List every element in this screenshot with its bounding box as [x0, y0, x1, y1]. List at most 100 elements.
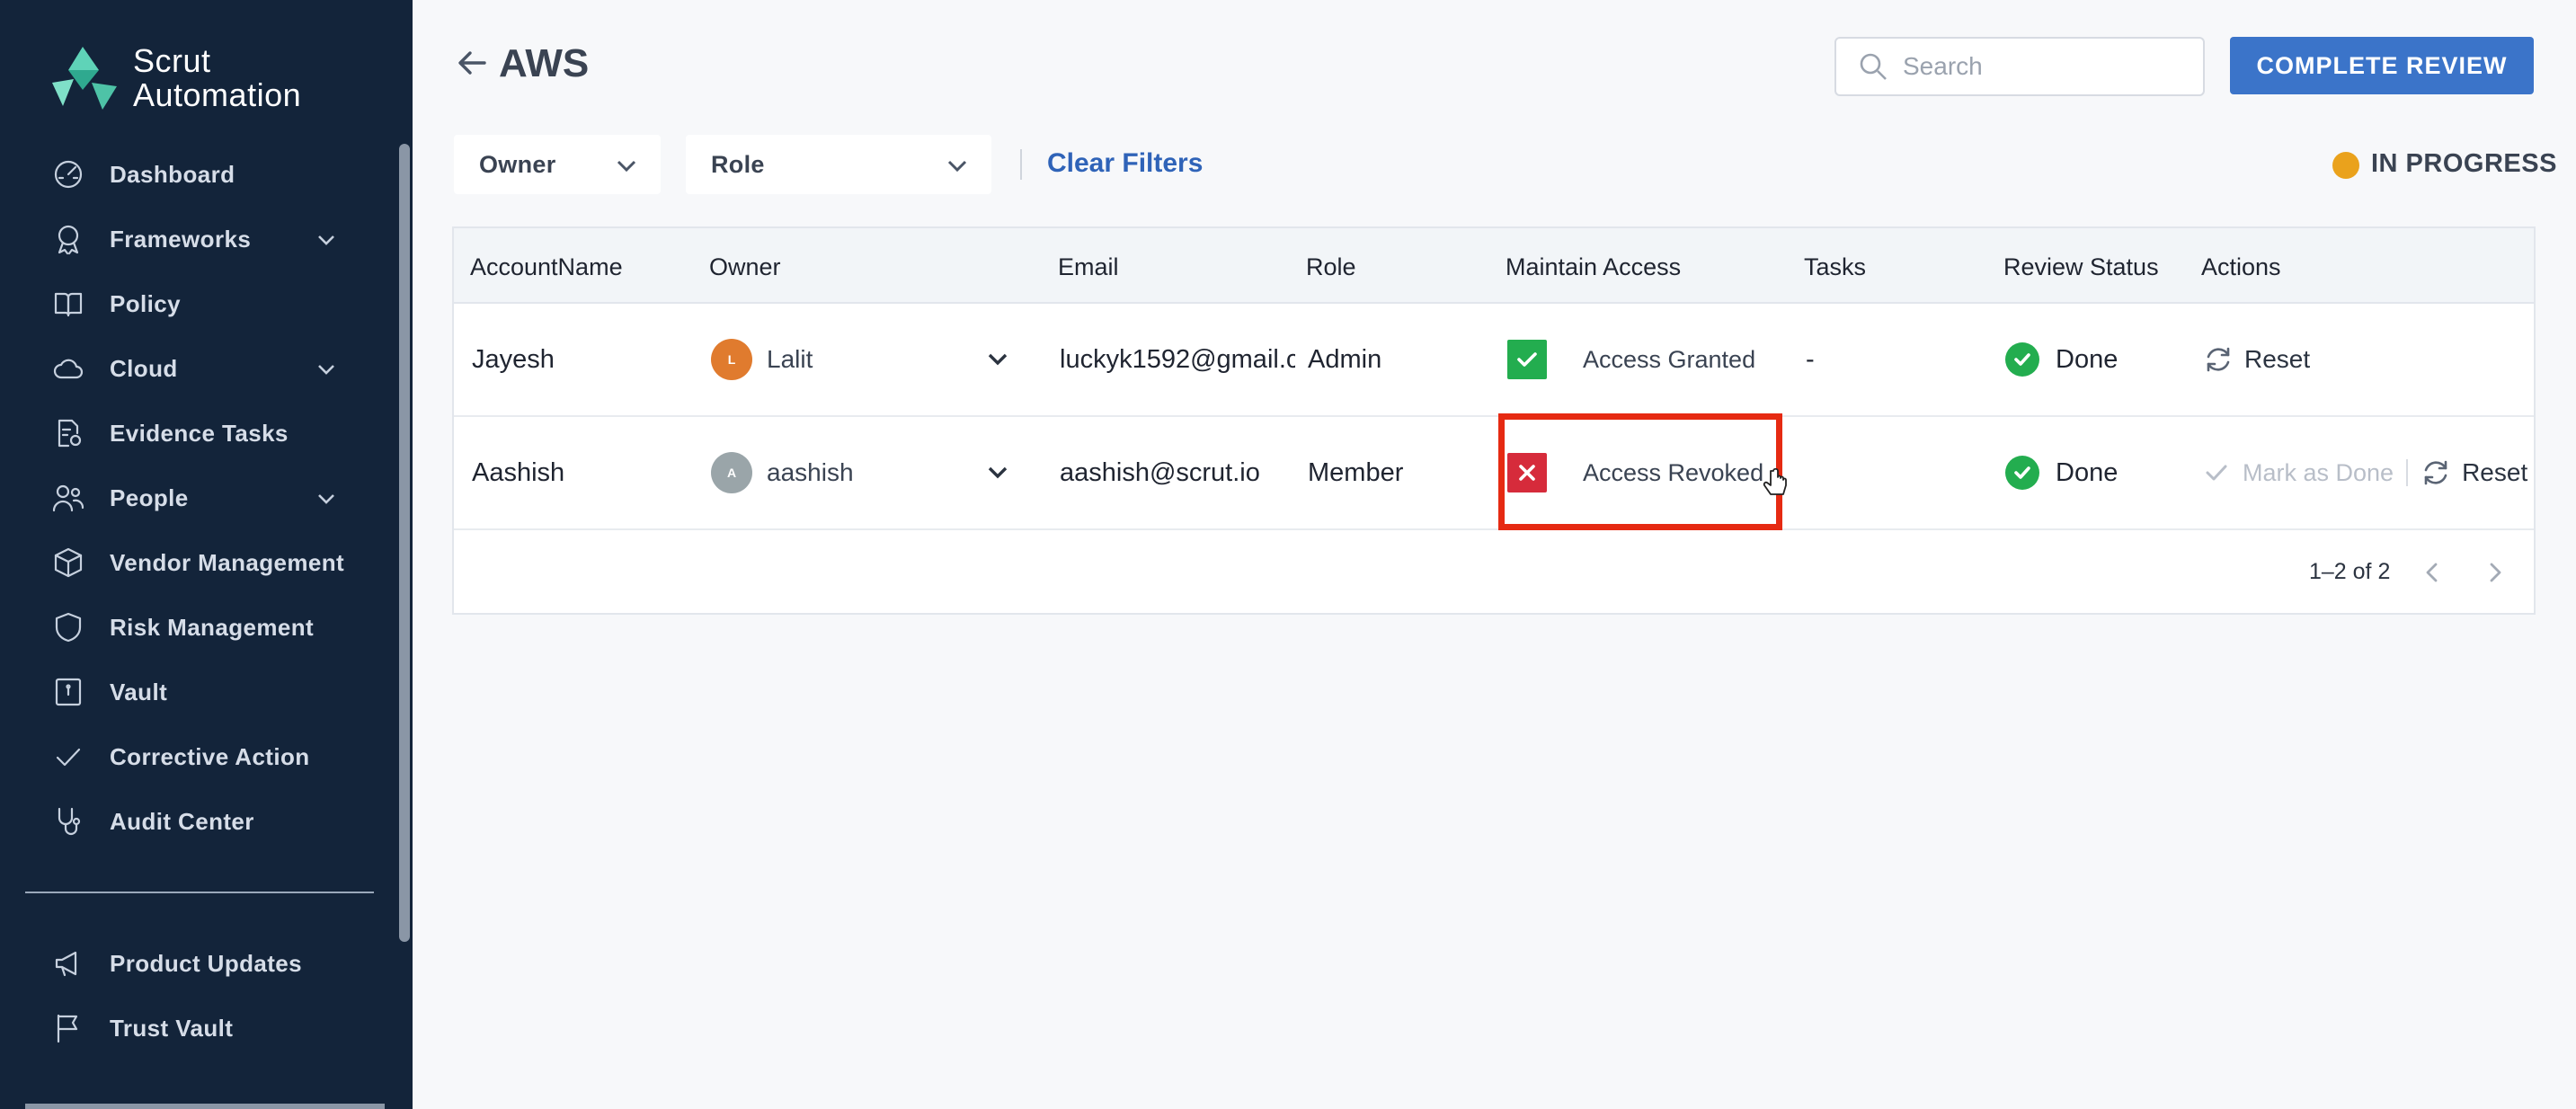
- actions-cell: Reset: [2203, 304, 2310, 415]
- column-header-account-name: AccountName: [470, 253, 623, 280]
- column-header-role: Role: [1306, 253, 1356, 280]
- stethoscope-icon: [50, 803, 86, 839]
- sidebar-nav: Dashboard Frameworks Policy Cloud Eviden…: [0, 142, 395, 854]
- hand-cursor-icon: [1763, 467, 1787, 495]
- people-icon: [50, 480, 86, 516]
- sidebar-item-vault[interactable]: Vault: [0, 660, 395, 724]
- column-header-email: Email: [1058, 253, 1119, 280]
- sidebar-scrollbar[interactable]: [399, 144, 410, 942]
- sidebar-item-policy[interactable]: Policy: [0, 271, 395, 336]
- sidebar-bottom-edge: [25, 1104, 385, 1109]
- logo-line2: Automation: [133, 76, 302, 113]
- sidebar-item-risk-management[interactable]: Risk Management: [0, 595, 395, 660]
- sidebar-divider: [25, 892, 374, 893]
- access-granted-checkbox[interactable]: [1507, 340, 1547, 379]
- sidebar-item-label: People: [110, 484, 189, 511]
- done-check-icon: [2005, 456, 2039, 490]
- sidebar-item-label: Corrective Action: [110, 742, 310, 770]
- role-filter-dropdown[interactable]: Role: [686, 135, 991, 194]
- refresh-icon: [2207, 347, 2230, 372]
- column-header-actions: Actions: [2201, 253, 2281, 280]
- sidebar-item-frameworks[interactable]: Frameworks: [0, 207, 395, 271]
- table-pagination: 1–2 of 2: [454, 532, 2534, 615]
- owner-dropdown-chevron-icon[interactable]: [984, 458, 1011, 485]
- chevron-down-icon[interactable]: [315, 228, 338, 252]
- sidebar-item-trust-vault[interactable]: Trust Vault: [0, 996, 395, 1060]
- status-dot: [2332, 152, 2359, 179]
- cloud-icon: [50, 350, 86, 386]
- reset-label: Reset: [2462, 458, 2528, 486]
- owner-cell: L Lalit: [711, 304, 813, 415]
- clear-filters-link[interactable]: Clear Filters: [1047, 148, 1203, 179]
- sidebar-item-dashboard[interactable]: Dashboard: [0, 142, 395, 207]
- email-cell: luckyk1592@gmail.com: [1060, 344, 1295, 374]
- sidebar-item-label: Trust Vault: [110, 1014, 234, 1042]
- role-cell: Member: [1308, 457, 1404, 487]
- column-header-maintain-access: Maintain Access: [1506, 253, 1682, 280]
- sidebar-item-vendor-management[interactable]: Vendor Management: [0, 530, 395, 595]
- done-check-icon: [2005, 342, 2039, 377]
- sidebar-item-label: Vendor Management: [110, 548, 345, 576]
- owner-dropdown-chevron-icon[interactable]: [984, 345, 1011, 372]
- check-icon: [50, 739, 86, 775]
- actions-cell: Mark as Done Reset: [2203, 417, 2527, 528]
- reset-button[interactable]: Reset: [2203, 344, 2310, 375]
- main-content: AWS COMPLETE REVIEW Owner Role Clear Fil…: [413, 0, 2576, 1109]
- email-cell: aashish@scrut.io: [1060, 457, 1260, 487]
- page-title: AWS: [499, 41, 590, 85]
- sidebar-bottom-nav: Product Updates Trust Vault: [0, 931, 395, 1060]
- back-arrow-icon[interactable]: [454, 45, 493, 84]
- sidebar-item-corrective-action[interactable]: Corrective Action: [0, 724, 395, 789]
- chevron-down-icon[interactable]: [315, 358, 338, 381]
- document-settings-icon: [50, 415, 86, 451]
- sidebar-item-cloud[interactable]: Cloud: [0, 336, 395, 401]
- sidebar-item-label: Dashboard: [110, 160, 235, 188]
- table-header: AccountName Owner Email Role Maintain Ac…: [454, 228, 2534, 304]
- sidebar-item-people[interactable]: People: [0, 466, 395, 530]
- sidebar-item-label: Risk Management: [110, 613, 315, 641]
- search-field[interactable]: [1834, 37, 2205, 96]
- sidebar-item-audit-center[interactable]: Audit Center: [0, 789, 395, 854]
- chevron-down-icon: [614, 153, 639, 178]
- tasks-cell: -: [1806, 344, 1815, 374]
- chevron-down-icon: [945, 153, 970, 178]
- reset-button[interactable]: Reset: [2421, 457, 2527, 488]
- access-status-label: Access Granted: [1583, 345, 1756, 373]
- sidebar-item-evidence-tasks[interactable]: Evidence Tasks: [0, 401, 395, 466]
- reset-label: Reset: [2244, 345, 2311, 373]
- flag-icon: [50, 1010, 86, 1046]
- role-cell: Admin: [1308, 344, 1382, 374]
- complete-review-button[interactable]: COMPLETE REVIEW: [2230, 37, 2534, 94]
- sidebar-item-label: Policy: [110, 289, 181, 317]
- sidebar-item-label: Audit Center: [110, 807, 254, 835]
- chevron-down-icon[interactable]: [315, 487, 338, 510]
- mark-as-done-button[interactable]: Mark as Done: [2203, 459, 2394, 487]
- previous-page-icon[interactable]: [2417, 557, 2447, 588]
- avatar: A: [711, 452, 752, 493]
- owner-cell: A aashish: [711, 417, 854, 528]
- sidebar-item-product-updates[interactable]: Product Updates: [0, 931, 395, 996]
- vault-icon: [50, 674, 86, 710]
- next-page-icon[interactable]: [2480, 557, 2510, 588]
- review-status-text: IN PROGRESS: [2371, 149, 2557, 178]
- dashboard-icon: [50, 156, 86, 192]
- owner-name: aashish: [767, 458, 854, 486]
- check-icon: [2206, 465, 2227, 481]
- owner-filter-label: Owner: [479, 150, 556, 178]
- check-icon: [1517, 352, 1537, 367]
- search-icon: [1860, 53, 1887, 80]
- owner-filter-dropdown[interactable]: Owner: [454, 135, 661, 194]
- box-icon: [50, 545, 86, 581]
- column-header-owner: Owner: [709, 253, 781, 280]
- app-logo[interactable]: Scrut Automation: [47, 43, 301, 113]
- filter-separator: [1020, 149, 1022, 180]
- table-row: Jayesh L Lalit luckyk1592@gmail.com Admi…: [454, 304, 2534, 417]
- refresh-icon: [2424, 460, 2447, 485]
- table-row: Aashish A aashish aashish@scrut.io Membe…: [454, 417, 2534, 530]
- column-header-review-status: Review Status: [2003, 253, 2159, 280]
- account-name-cell: Aashish: [472, 457, 565, 487]
- account-name-cell: Jayesh: [472, 344, 555, 374]
- column-header-tasks: Tasks: [1804, 253, 1867, 280]
- maintain-access-cell: Access Granted: [1507, 304, 1755, 415]
- search-input[interactable]: [1903, 52, 2190, 81]
